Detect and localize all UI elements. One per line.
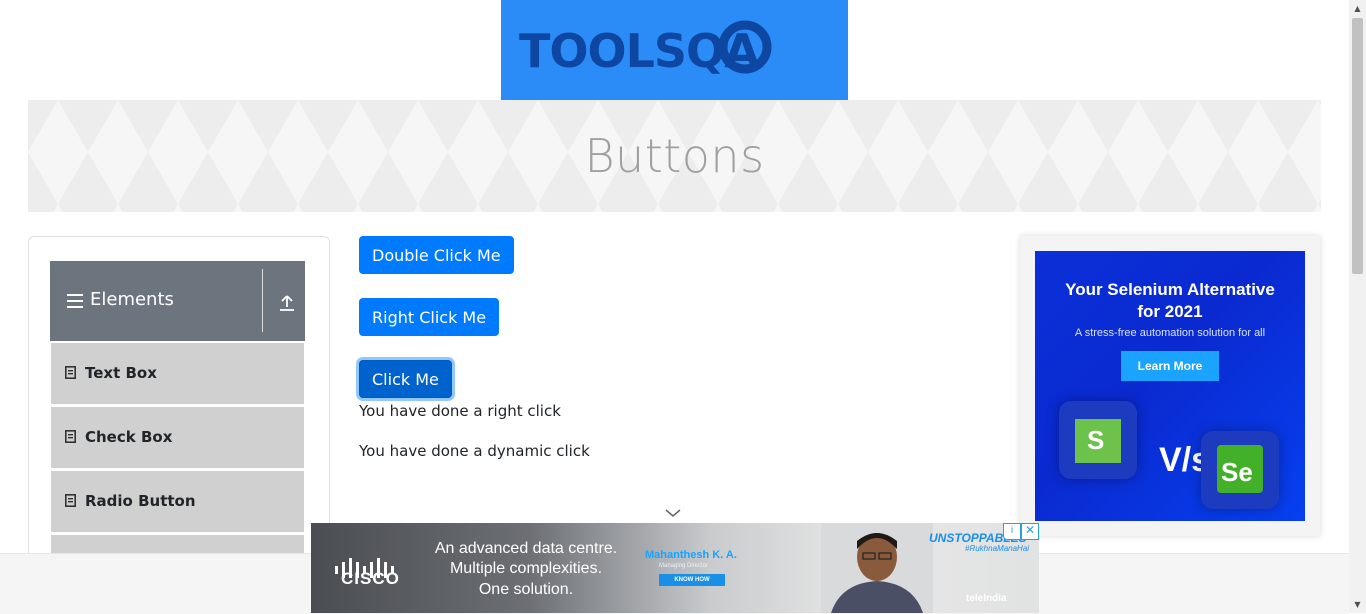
group-title: Elements — [90, 289, 174, 310]
ad-person-title: Managing Director — [659, 563, 709, 569]
learn-more-button[interactable]: Learn More — [1121, 351, 1219, 381]
ad-tile-left: S — [1059, 401, 1137, 479]
elements-group-header[interactable]: Elements — [50, 261, 305, 341]
scroll-up-arrow[interactable]: ▲ — [1349, 0, 1366, 17]
right-advertisement[interactable]: Your Selenium Alternative for 2021 A str… — [1035, 251, 1305, 521]
sidebar-item-label: Radio Button — [85, 492, 196, 510]
ad-hashtag: #RukhnaManaHai — [965, 544, 1030, 553]
ad-headline-line1: Your Selenium Alternative — [1065, 280, 1275, 299]
file-icon — [65, 430, 76, 443]
toolsqa-logo-image: TOOLSQA — [519, 20, 771, 78]
file-icon — [65, 494, 76, 507]
cisco-brand: CISCO — [341, 569, 400, 588]
ad-tile-right: Se — [1201, 431, 1279, 509]
sidebar-item-text-box[interactable]: Text Box — [51, 342, 304, 404]
menu-icon — [67, 294, 83, 308]
katalon-logo: S — [1075, 419, 1121, 463]
sidebar-item-label: Check Box — [85, 428, 173, 446]
ad-line-3: One solution. — [478, 581, 574, 598]
ad-person-name: Mahanthesh K. A. — [645, 549, 737, 561]
selenium-letters: Se — [1221, 457, 1253, 487]
left-navigation-panel: Elements Text Box Check Box Radio Button — [28, 236, 330, 568]
adchoices-icon[interactable]: i — [1003, 523, 1021, 540]
bottom-advertisement[interactable]: CISCO An advanced data centre. Multiple … — [311, 523, 1039, 613]
dynamic-click-message: You have done a dynamic click — [359, 442, 590, 460]
right-click-button[interactable]: Right Click Me — [359, 298, 500, 336]
ad-line-1: An advanced data centre. — [434, 540, 618, 557]
chevron-down-icon[interactable] — [665, 508, 681, 518]
toolsqa-logo[interactable]: TOOLSQA — [501, 0, 848, 100]
right-click-message: You have done a right click — [359, 402, 561, 420]
ad-headline-line2: for 2021 — [1137, 302, 1203, 321]
ad-sponsor: teleIndia — [966, 593, 1007, 604]
close-icon[interactable]: ✕ — [1021, 523, 1039, 540]
scroll-down-arrow[interactable]: ▼ — [1349, 596, 1366, 613]
page-banner: Buttons — [28, 100, 1321, 212]
sidebar-item-radio-button[interactable]: Radio Button — [51, 470, 304, 532]
sidebar-item-label: Text Box — [85, 364, 157, 382]
selenium-logo: Se — [1217, 445, 1263, 493]
scrollbar-thumb[interactable] — [1352, 18, 1363, 274]
upload-icon[interactable] — [278, 294, 296, 312]
page-title: Buttons — [584, 129, 765, 183]
file-icon — [65, 366, 76, 379]
header-divider — [262, 269, 263, 332]
know-how-button[interactable]: KNOW HOW — [659, 574, 725, 586]
ad-subtitle: A stress-free automation solution for al… — [1074, 327, 1266, 339]
click-me-button[interactable]: Click Me — [359, 360, 452, 398]
ad-line-2: Multiple complexities. — [449, 560, 603, 577]
katalon-letter: S — [1087, 425, 1105, 455]
vertical-scrollbar[interactable]: ▲ ▼ — [1349, 0, 1366, 613]
ad-portrait-image — [821, 523, 933, 613]
double-click-button[interactable]: Double Click Me — [359, 236, 514, 274]
sidebar-item-check-box[interactable]: Check Box — [51, 406, 304, 468]
ad-headline: Your Selenium Alternative for 2021 — [1035, 279, 1305, 323]
